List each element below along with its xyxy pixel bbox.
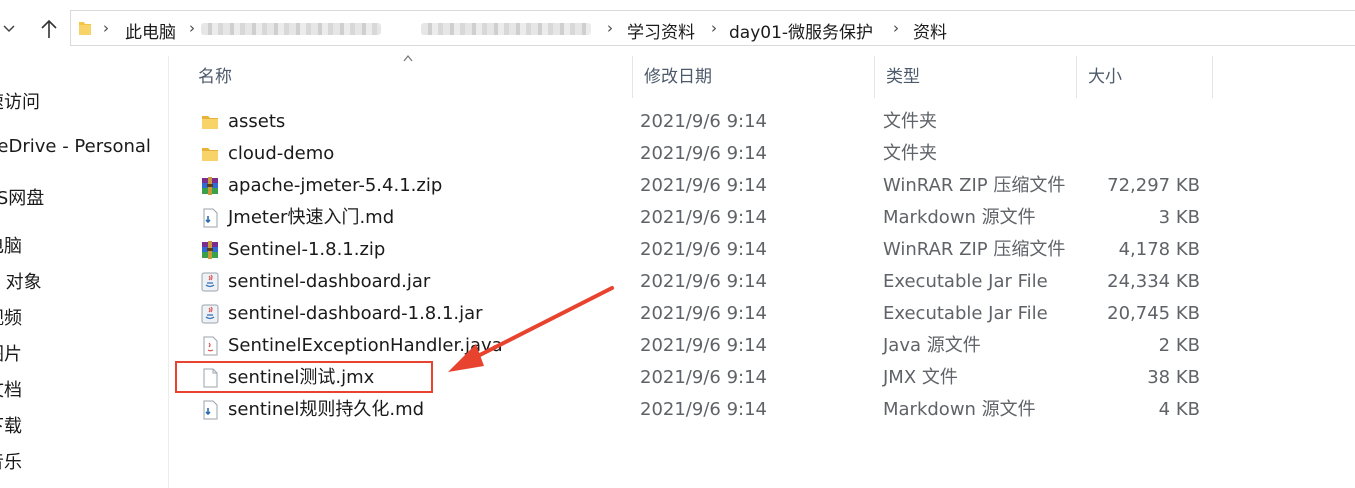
cube-icon: D 对象 [0,272,42,293]
address-bar[interactable]: › 此电脑 › › 学习资料 › day01-微服务保护 › 资料 [70,10,1355,46]
file-date: 2021/9/6 9:14 [640,175,767,196]
file-row[interactable]: sentinel规则持久化.md 2021/9/6 9:14 Markdown 源文… [186,394,1213,426]
navigation-pane: 速访问 neDrive - Personal PS网盘 电脑 D 对象 视频 图… [0,56,169,488]
file-type: 文件夹 [883,143,937,164]
file-type: Markdown 源文件 [883,399,1036,420]
video-icon: 视频 [0,308,22,329]
file-row[interactable]: cloud-demo 2021/9/6 9:14 文件夹 [186,138,1213,170]
file-row[interactable]: apache-jmeter-5.4.1.zip 2021/9/6 9:14 WinR… [186,170,1213,202]
folder-icon [79,22,91,35]
nav-item-3d-objects[interactable]: D 对象 [0,268,56,294]
file-name: cloud-demo [228,143,335,164]
folder-icon [200,144,220,164]
winrar-icon [200,176,220,196]
file-name: sentinel规则持久化.md [228,399,425,420]
column-divider[interactable] [1212,56,1213,98]
chevron-right-icon[interactable]: › [189,19,195,37]
file-name: Sentinel-1.8.1.zip [228,239,386,260]
file-date: 2021/9/6 9:14 [640,303,767,324]
folder-icon [200,112,220,132]
redacted-path-segment [201,23,381,35]
file-size: 20,745 KB [1107,303,1200,324]
column-size[interactable]: 大小 [1076,56,1212,98]
document-icon: 文档 [0,380,22,401]
file-row[interactable]: sentinel-dashboard.jar 2021/9/6 9:14 Execu… [186,266,1213,298]
chevron-right-icon[interactable]: › [607,19,613,37]
image-icon: 图片 [0,344,22,365]
java-jar-icon [200,304,220,324]
annotation-arrow-icon [448,286,614,372]
file-date: 2021/9/6 9:14 [640,399,767,420]
file-date: 2021/9/6 9:14 [640,335,767,356]
file-row[interactable]: Jmeter快速入门.md 2021/9/6 9:14 Markdown 源文件 3 … [186,202,1213,234]
breadcrumb-item[interactable]: 资料 [913,18,947,43]
redacted-path-segment [421,23,591,35]
file-date: 2021/9/6 9:14 [640,207,767,228]
file-row[interactable]: Sentinel-1.8.1.zip 2021/9/6 9:14 WinRAR ZI… [186,234,1213,266]
file-type: Executable Jar File [883,271,1048,292]
file-date: 2021/9/6 9:14 [640,239,767,260]
file-name: assets [228,111,286,132]
nav-item-this-pc[interactable]: 电脑 [0,232,36,258]
column-header: 名称 修改日期 类型 大小 [186,56,1213,98]
file-row[interactable]: SentinelExceptionHandler.java 2021/9/6 9:… [186,330,1213,362]
nav-item-downloads[interactable]: 下载 [0,412,36,438]
up-arrow-icon[interactable] [34,14,64,44]
file-type: WinRAR ZIP 压缩文件 [883,175,1066,196]
music-icon: 音乐 [0,452,22,473]
winrar-icon [200,240,220,260]
file-type: Markdown 源文件 [883,207,1036,228]
markdown-file-icon [200,208,220,228]
file-type: 文件夹 [883,111,937,132]
chevron-right-icon[interactable]: › [711,19,717,37]
file-type: Java 源文件 [883,335,981,356]
java-jar-icon [200,272,220,292]
breadcrumb-item[interactable]: day01-微服务保护 [729,18,873,43]
file-size: 3 KB [1158,207,1200,228]
file-date: 2021/9/6 9:14 [640,111,767,132]
nav-item-music[interactable]: 音乐 [0,448,36,474]
file-row[interactable]: assets 2021/9/6 9:14 文件夹 [186,106,1213,138]
file-size: 38 KB [1147,367,1200,388]
download-icon: 下载 [0,416,22,437]
column-type[interactable]: 类型 [874,56,1076,98]
nav-item-quick-access[interactable]: 速访问 [0,88,54,114]
file-size: 4 KB [1158,399,1200,420]
breadcrumb-root[interactable]: 此电脑 [125,18,176,43]
cloud-icon: neDrive - Personal [0,136,151,157]
file-type: WinRAR ZIP 压缩文件 [883,239,1066,260]
chevron-down-icon[interactable] [0,14,24,44]
nav-item-wps-drive[interactable]: PS网盘 [0,184,58,210]
nav-item-onedrive[interactable]: neDrive - Personal [0,136,165,157]
computer-icon: 电脑 [0,236,22,257]
file-size: 72,297 KB [1107,175,1200,196]
file-date: 2021/9/6 9:14 [640,143,767,164]
star-icon: 速访问 [0,92,40,113]
address-toolbar: › 此电脑 › › 学习资料 › day01-微服务保护 › 资料 [0,0,1355,56]
file-row[interactable]: sentinel-dashboard-1.8.1.jar 2021/9/6 9:1… [186,298,1213,330]
breadcrumb-item[interactable]: 学习资料 [627,18,695,43]
chevron-right-icon[interactable]: › [893,19,899,37]
nav-item-pictures[interactable]: 图片 [0,340,36,366]
column-name[interactable]: 名称 [186,56,632,98]
column-date[interactable]: 修改日期 [632,56,874,98]
cloud-drive-icon: PS网盘 [0,188,45,209]
file-name: sentinel-dashboard.jar [228,271,431,292]
file-size: 24,334 KB [1107,271,1200,292]
file-size: 2 KB [1158,335,1200,356]
java-file-icon [200,336,220,356]
file-size: 4,178 KB [1118,239,1200,260]
annotation-highlight-box [175,361,433,393]
chevron-right-icon[interactable]: › [103,19,109,37]
file-name: Jmeter快速入门.md [228,207,395,228]
file-name: apache-jmeter-5.4.1.zip [228,175,443,196]
file-type: Executable Jar File [883,303,1048,324]
markdown-file-icon [200,400,220,420]
file-type: JMX 文件 [883,367,958,388]
nav-item-documents[interactable]: 文档 [0,376,36,402]
file-date: 2021/9/6 9:14 [640,271,767,292]
file-date: 2021/9/6 9:14 [640,367,767,388]
nav-item-videos[interactable]: 视频 [0,304,36,330]
